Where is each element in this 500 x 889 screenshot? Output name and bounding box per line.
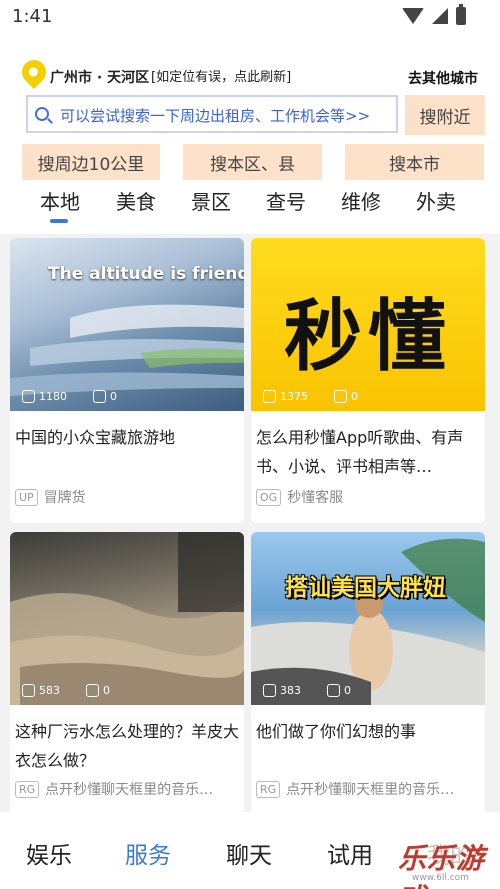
search-placeholder: 可以尝试搜索一下周边出租房、工作机会等>> [60, 107, 371, 125]
video-thumbnail[interactable]: 搭讪美国大胖妞 383 0 [251, 532, 485, 705]
likes-count: 1180 [39, 390, 67, 403]
comments-stat: 0 [86, 684, 110, 697]
likes-count: 1375 [280, 390, 308, 403]
video-thumbnail[interactable]: 583 0 [10, 532, 244, 705]
comments-count: 0 [351, 390, 358, 403]
location-row: 广州市 · 天河区 [如定位有误，点此刷新] 去其他城市 [0, 55, 500, 94]
comment-icon [86, 684, 99, 697]
watermark-url: www.6ll.com [412, 873, 469, 883]
card-author[interactable]: OG 秒懂客服 [256, 487, 482, 507]
comments-count: 0 [103, 684, 110, 697]
header: 广州市 · 天河区 [如定位有误，点此刷新] 去其他城市 可以尝试搜索一下周边出… [0, 34, 500, 234]
nav-services[interactable]: 服务 [125, 836, 171, 870]
tab-local[interactable]: 本地 [40, 186, 80, 215]
likes-stat: 383 [263, 684, 301, 697]
thumbnail-caption: 秒懂 [283, 292, 452, 382]
card-stats: 383 0 [263, 684, 351, 697]
search-city-button[interactable]: 搜本市 [345, 144, 484, 180]
car-scene [251, 538, 485, 705]
search-10km-button[interactable]: 搜周边10公里 [22, 144, 160, 180]
author-badge: RG [15, 780, 40, 798]
comment-icon [334, 390, 347, 403]
tab-lookup[interactable]: 查号 [266, 186, 306, 215]
card-author[interactable]: RG 点开秒懂聊天框里的音乐… [15, 779, 241, 799]
card-stats: 1375 0 [263, 390, 358, 403]
like-icon [22, 684, 35, 697]
search-nearby-button[interactable]: 搜附近 [405, 95, 485, 135]
like-icon [22, 390, 35, 403]
signal-icon [432, 8, 448, 24]
status-icons [402, 4, 466, 25]
author-name: 秒懂客服 [287, 490, 344, 506]
card-title[interactable]: 怎么用秒懂App听歌曲、有声书、小说、评书相声等… [256, 423, 482, 481]
video-thumbnail[interactable]: The altitude is friendly 1180 0 [10, 238, 244, 411]
comment-icon [93, 390, 106, 403]
comments-count: 0 [110, 390, 117, 403]
tab-food[interactable]: 美食 [116, 186, 156, 215]
author-badge: UP [15, 488, 38, 506]
search-icon [35, 107, 49, 121]
card-title[interactable]: 他们做了你们幻想的事 [256, 717, 482, 746]
tab-repair[interactable]: 维修 [341, 186, 381, 215]
comments-stat: 0 [93, 390, 117, 403]
tab-delivery[interactable]: 外卖 [416, 186, 456, 215]
search-input[interactable]: 可以尝试搜索一下周边出租房、工作机会等>> [26, 95, 398, 133]
comments-count: 0 [344, 684, 351, 697]
like-icon [263, 684, 276, 697]
bottom-nav: 娱乐 服务 聊天 试用 我的 乐乐游戏 www.6ll.com [0, 812, 500, 889]
location-pin-icon[interactable] [17, 55, 51, 89]
nav-entertainment[interactable]: 娱乐 [26, 836, 72, 870]
tab-scenic[interactable]: 景区 [191, 186, 231, 215]
likes-stat: 583 [22, 684, 60, 697]
feed-card[interactable]: The altitude is friendly 1180 0 中国的小众宝藏旅… [10, 238, 244, 523]
comments-stat: 0 [334, 390, 358, 403]
card-author[interactable]: UP 冒牌货 [15, 487, 241, 507]
category-tabs: 本地 美食 景区 查号 维修 外卖 [0, 184, 500, 226]
nav-trial[interactable]: 试用 [327, 836, 373, 870]
nav-chat[interactable]: 聊天 [226, 836, 272, 870]
feed-card[interactable]: 搭讪美国大胖妞 383 0 他们做了你们幻想的事 RG 点开秒懂聊天框里的音乐… [251, 532, 485, 812]
author-name: 点开秒懂聊天框里的音乐… [45, 782, 214, 798]
feed-card[interactable]: 583 0 这种厂污水怎么处理的？羊皮大衣怎么做？ RG 点开秒懂聊天框里的音乐… [10, 532, 244, 812]
status-time: 1:41 [12, 6, 53, 27]
card-stats: 583 0 [22, 684, 110, 697]
author-name: 点开秒懂聊天框里的音乐… [286, 782, 455, 798]
author-badge: OG [256, 488, 282, 506]
comment-icon [327, 684, 340, 697]
author-badge: RG [256, 780, 281, 798]
likes-count: 383 [280, 684, 301, 697]
content-feed[interactable]: The altitude is friendly 1180 0 中国的小众宝藏旅… [0, 236, 500, 812]
thumbnail-caption: 搭讪美国大胖妞 [285, 575, 446, 601]
search-district-button[interactable]: 搜本区、县 [183, 144, 322, 180]
wifi-icon [402, 8, 424, 24]
comments-stat: 0 [327, 684, 351, 697]
status-bar: 1:41 [0, 0, 500, 34]
active-tab-indicator [50, 219, 68, 223]
card-title[interactable]: 这种厂污水怎么处理的？羊皮大衣怎么做？ [15, 717, 241, 775]
author-name: 冒牌货 [43, 490, 86, 506]
feed-card[interactable]: 秒懂 1375 0 怎么用秒懂App听歌曲、有声书、小说、评书相声等… OG 秒… [251, 238, 485, 523]
like-icon [263, 390, 276, 403]
card-author[interactable]: RG 点开秒懂聊天框里的音乐… [256, 779, 482, 799]
other-city-link[interactable]: 去其他城市 [408, 68, 478, 88]
battery-icon [456, 4, 466, 25]
refresh-location-hint[interactable]: [如定位有误，点此刷新] [151, 66, 291, 85]
thumbnail-caption: The altitude is friendly [48, 264, 244, 284]
card-title[interactable]: 中国的小众宝藏旅游地 [15, 423, 241, 452]
video-thumbnail[interactable]: 秒懂 1375 0 [251, 238, 485, 411]
current-city[interactable]: 广州市 · 天河区 [50, 67, 149, 87]
likes-stat: 1375 [263, 390, 308, 403]
watermark-logo: 乐乐游戏 www.6ll.com [392, 835, 500, 889]
likes-stat: 1180 [22, 390, 67, 403]
likes-count: 583 [39, 684, 60, 697]
card-stats: 1180 0 [22, 390, 117, 403]
fabric-pile [10, 532, 244, 705]
